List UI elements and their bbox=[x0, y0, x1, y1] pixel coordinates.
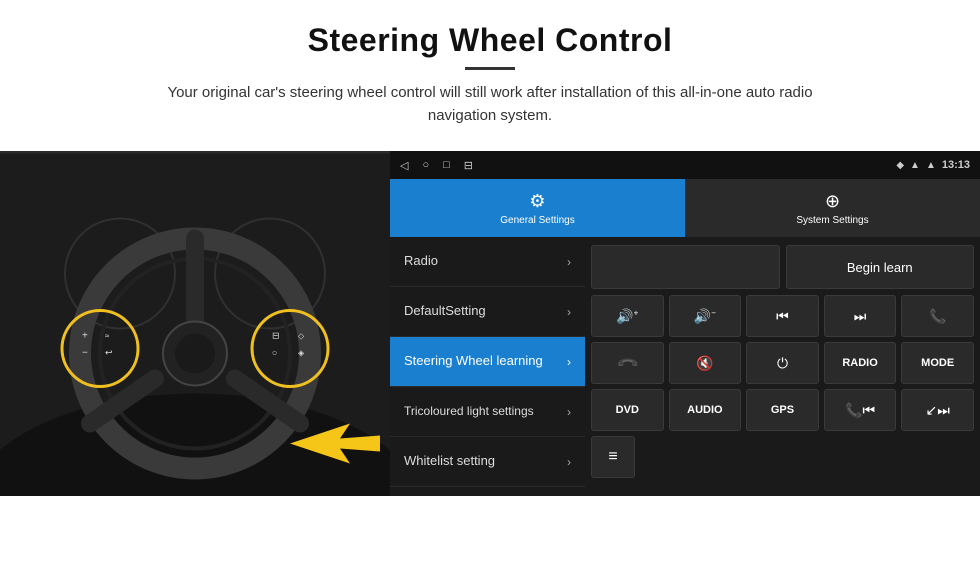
radio-label: RADIO bbox=[842, 357, 877, 369]
next-track-button[interactable]: ⏭ bbox=[824, 295, 897, 337]
svg-text:◇: ◇ bbox=[298, 332, 305, 341]
power-button[interactable]: ⏻ bbox=[746, 342, 819, 384]
back-icon: ◁ bbox=[400, 159, 408, 172]
controls-row-4: ≡ bbox=[591, 436, 974, 478]
tab-system-settings[interactable]: ⊕ System Settings bbox=[685, 179, 980, 237]
mode-button[interactable]: MODE bbox=[901, 342, 974, 384]
radio-button[interactable]: RADIO bbox=[824, 342, 897, 384]
steering-wheel-section: + ≈ − ↩ ⊟ ◇ ○ ◈ bbox=[0, 151, 390, 496]
svg-text:−: − bbox=[82, 348, 88, 359]
wifi-icon: ▲ bbox=[910, 160, 920, 171]
empty-input-box bbox=[591, 245, 780, 289]
content-area: + ≈ − ↩ ⊟ ◇ ○ ◈ ◁ ○ □ ⊟ ◆ bbox=[0, 151, 980, 496]
svg-text:○: ○ bbox=[272, 348, 277, 358]
menu-grid-icon: ≡ bbox=[608, 448, 617, 466]
menu-item-radio-label: Radio bbox=[404, 253, 561, 270]
tab-system-label: System Settings bbox=[796, 215, 868, 226]
page-subtitle: Your original car's steering wheel contr… bbox=[140, 82, 840, 127]
call-button[interactable]: 📞 bbox=[901, 295, 974, 337]
svg-text:+: + bbox=[82, 331, 88, 342]
controls-row-3: DVD AUDIO GPS 📞⏮ ↙⏭ bbox=[591, 389, 974, 431]
controls-top-row: Begin learn bbox=[591, 245, 974, 289]
recents-icon: □ bbox=[443, 159, 450, 172]
main-panel: Radio › DefaultSetting › Steering Wheel … bbox=[390, 237, 980, 496]
audio-label: AUDIO bbox=[687, 404, 722, 416]
begin-learn-button[interactable]: Begin learn bbox=[786, 245, 975, 289]
call-prev-button[interactable]: 📞⏮ bbox=[824, 389, 897, 431]
back-call-button[interactable]: 📞 bbox=[591, 342, 664, 384]
chevron-right-icon-4: › bbox=[567, 405, 571, 419]
chevron-right-icon-5: › bbox=[567, 455, 571, 469]
end-call-icon: 📞 bbox=[615, 351, 639, 375]
tab-general-settings[interactable]: ⚙ General Settings bbox=[390, 179, 685, 237]
svg-text:⊟: ⊟ bbox=[272, 331, 280, 341]
menu-item-radio[interactable]: Radio › bbox=[390, 237, 585, 287]
title-divider bbox=[465, 67, 515, 70]
dvd-button[interactable]: DVD bbox=[591, 389, 664, 431]
chevron-right-icon-2: › bbox=[567, 305, 571, 319]
vol-down-button[interactable]: 🔊− bbox=[669, 295, 742, 337]
home-icon: ○ bbox=[422, 159, 429, 172]
mute-icon: 🔇 bbox=[696, 355, 713, 372]
gps-label: GPS bbox=[771, 404, 794, 416]
tab-bar: ⚙ General Settings ⊕ System Settings bbox=[390, 179, 980, 237]
android-ui: ◁ ○ □ ⊟ ◆ ▲ ▲ 13:13 ⚙ General Settings ⊕… bbox=[390, 151, 980, 496]
vol-down-icon: 🔊− bbox=[694, 308, 716, 325]
menu-item-whitelist-label: Whitelist setting bbox=[404, 453, 561, 470]
vol-up-button[interactable]: 🔊+ bbox=[591, 295, 664, 337]
gps-button[interactable]: GPS bbox=[746, 389, 819, 431]
mode-label: MODE bbox=[921, 357, 954, 369]
svg-text:◈: ◈ bbox=[298, 349, 305, 358]
general-settings-icon: ⚙ bbox=[529, 191, 545, 212]
mute-button[interactable]: 🔇 bbox=[669, 342, 742, 384]
menu-item-whitelist[interactable]: Whitelist setting › bbox=[390, 437, 585, 487]
system-settings-icon: ⊕ bbox=[825, 191, 840, 212]
page-header: Steering Wheel Control Your original car… bbox=[0, 0, 980, 137]
location-icon: ◆ bbox=[896, 160, 904, 171]
next-track-icon: ⏭ bbox=[854, 308, 867, 325]
menu-item-defaultsetting[interactable]: DefaultSetting › bbox=[390, 287, 585, 337]
menu-item-tricoloured-label: Tricoloured light settings bbox=[404, 404, 561, 420]
prev-track-icon: ⏮ bbox=[776, 308, 789, 325]
status-bar-left: ◁ ○ □ ⊟ bbox=[400, 159, 473, 172]
controls-section: Begin learn 🔊+ 🔊− ⏮ ⏭ bbox=[585, 237, 980, 496]
page-title: Steering Wheel Control bbox=[60, 22, 920, 59]
menu-item-default-label: DefaultSetting bbox=[404, 303, 561, 320]
audio-button[interactable]: AUDIO bbox=[669, 389, 742, 431]
controls-row-2: 📞 🔇 ⏻ RADIO MODE bbox=[591, 342, 974, 384]
call-prev-icon: 📞⏮ bbox=[845, 402, 875, 419]
menu-item-tricoloured[interactable]: Tricoloured light settings › bbox=[390, 387, 585, 437]
svg-text:↩: ↩ bbox=[105, 348, 113, 358]
dvd-label: DVD bbox=[616, 404, 639, 416]
prev-track-button[interactable]: ⏮ bbox=[746, 295, 819, 337]
tab-general-label: General Settings bbox=[500, 215, 575, 226]
menu-section: Radio › DefaultSetting › Steering Wheel … bbox=[390, 237, 585, 496]
power-icon: ⏻ bbox=[777, 355, 788, 372]
time-display: 13:13 bbox=[942, 159, 970, 171]
signal-icon: ▲ bbox=[926, 160, 936, 171]
svg-text:≈: ≈ bbox=[105, 332, 110, 341]
controls-row-1: 🔊+ 🔊− ⏮ ⏭ 📞 bbox=[591, 295, 974, 337]
chevron-right-icon-3: › bbox=[567, 355, 571, 369]
menu-grid-button[interactable]: ≡ bbox=[591, 436, 635, 478]
menu-icon: ⊟ bbox=[464, 159, 473, 172]
chevron-right-icon: › bbox=[567, 255, 571, 269]
phone-icon: 📞 bbox=[929, 308, 946, 325]
status-bar: ◁ ○ □ ⊟ ◆ ▲ ▲ 13:13 bbox=[390, 151, 980, 179]
vol-up-icon: 🔊+ bbox=[616, 308, 638, 325]
menu-item-steering-wheel[interactable]: Steering Wheel learning › bbox=[390, 337, 585, 387]
status-bar-right: ◆ ▲ ▲ 13:13 bbox=[896, 159, 970, 171]
menu-item-steering-label: Steering Wheel learning bbox=[404, 353, 561, 370]
call-next-button[interactable]: ↙⏭ bbox=[901, 389, 974, 431]
call-next-icon: ↙⏭ bbox=[926, 402, 950, 419]
